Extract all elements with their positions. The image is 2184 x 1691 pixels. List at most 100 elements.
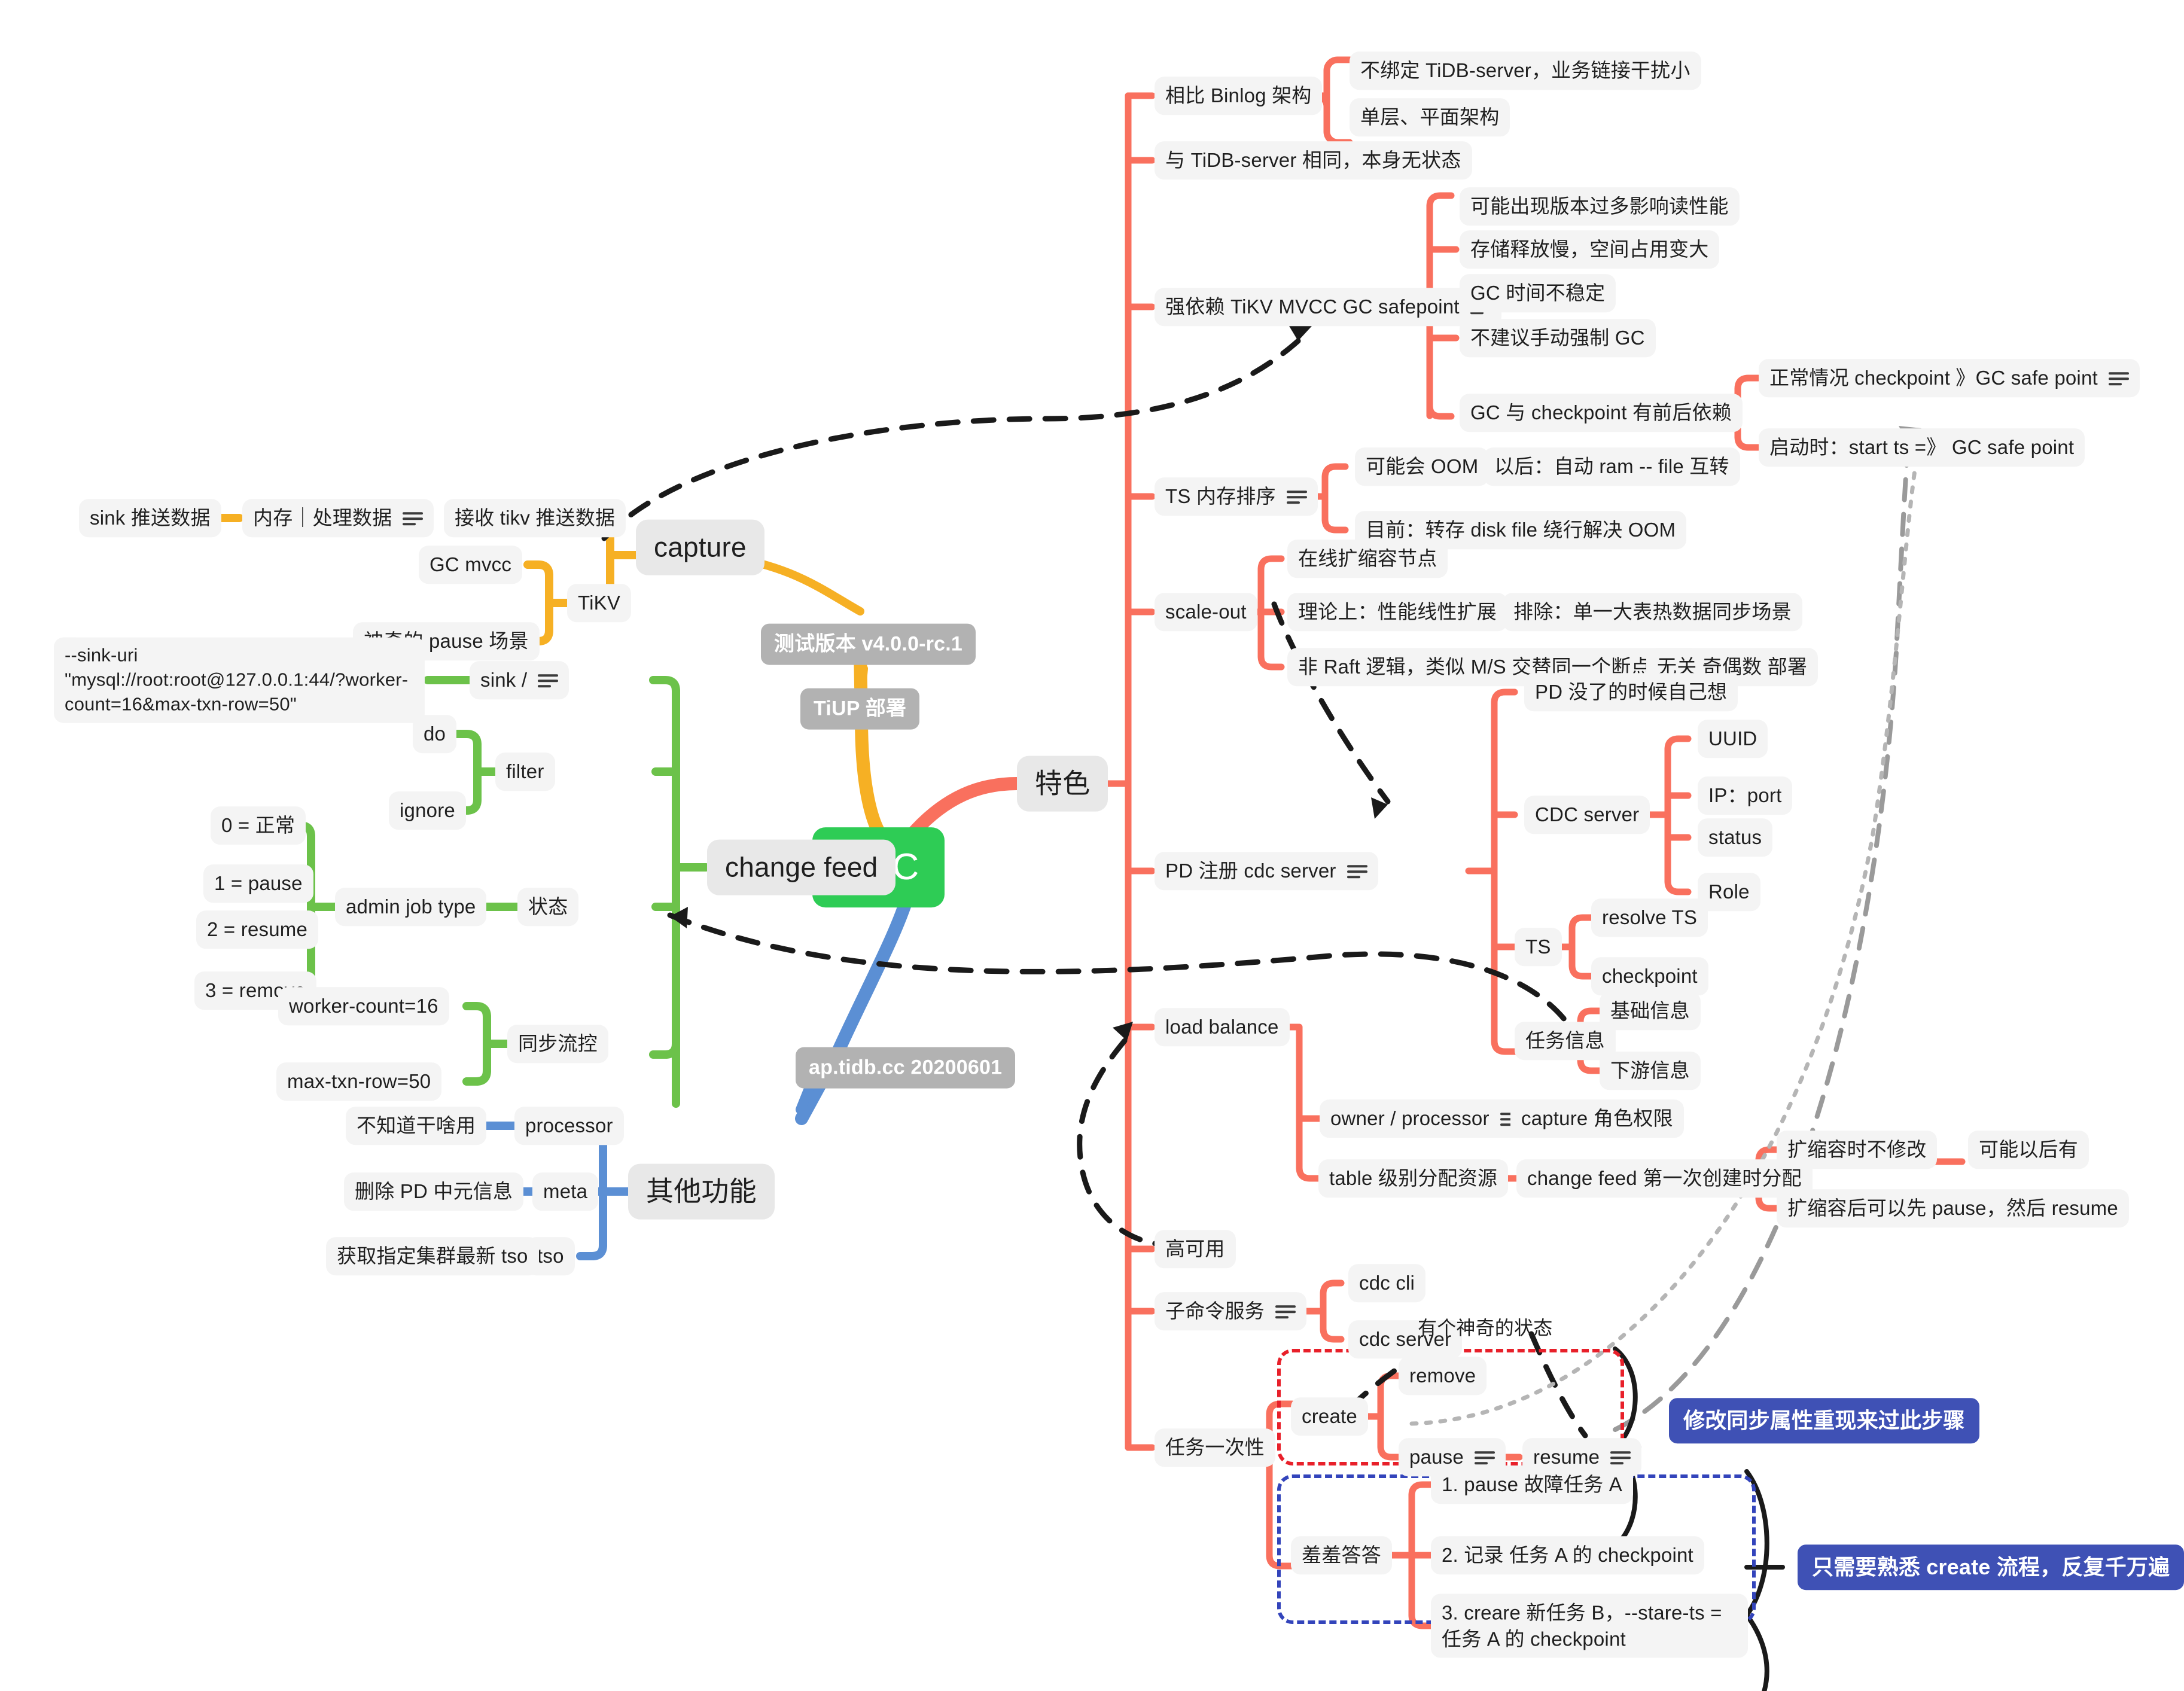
annotation-magic-state: 有个神奇的状态 [1418,1313,1552,1343]
node-ts-checkpoint-label: checkpoint [1602,965,1698,988]
node-gc-child-3[interactable]: 不建议手动强制 GC [1460,319,1656,357]
node-sub-command[interactable]: 子命令服务 [1155,1292,1306,1330]
cta-learn-create-flow[interactable]: 只需要熟悉 create 流程，反复千万遍 [1798,1544,2184,1590]
node-processor-detail[interactable]: 不知道干啥用 [346,1107,487,1145]
node-scale-out-child-1-detail[interactable]: 排除：单一大表热数据同步场景 [1503,593,1802,631]
branch-change-feed[interactable]: change feed [707,839,896,895]
node-task-info-basic[interactable]: 基础信息 [1600,992,1701,1030]
node-checkpoint-normal[interactable]: 正常情况 checkpoint 》GC safe point [1759,359,2140,397]
note-icon [2108,370,2129,386]
node-meta-detail[interactable]: 删除 PD 中元信息 [344,1172,524,1211]
node-qa-step-3-label: 3. creare 新任务 B，--stare-ts = 任务 A 的 chec… [1442,1601,1722,1650]
node-one-shot-task[interactable]: 任务一次性 [1155,1428,1275,1467]
cta-modify-sync-attrs[interactable]: 修改同步属性重现来过此步骤 [1669,1398,1979,1443]
branch-other[interactable]: 其他功能 [628,1163,775,1220]
node-gc-child-1[interactable]: 存储释放慢，空间占用变大 [1460,230,1720,269]
node-qa-step-1[interactable]: 1. pause 故障任务 A [1431,1465,1633,1504]
node-status[interactable]: 状态 [517,888,579,926]
node-scale-out-child-0[interactable]: 在线扩缩容节点 [1287,540,1448,578]
node-scale-out-child-1-label: 理论上：性能线性扩展 [1298,601,1497,623]
node-cdc-server-uuid[interactable]: UUID [1698,720,1768,758]
node-pd-register[interactable]: PD 注册 cdc server [1155,852,1378,890]
node-pd-gone-label: PD 没了的时候自己想 [1535,681,1728,703]
node-qa-step-2[interactable]: 2. 记录 任务 A 的 checkpoint [1431,1536,1704,1574]
node-scale-out-child-1[interactable]: 理论上：性能线性扩展 [1287,593,1507,631]
node-gc-child-0[interactable]: 可能出现版本过多影响读性能 [1460,187,1740,226]
node-capture-role-perm[interactable]: capture 角色权限 [1510,1099,1684,1138]
node-cdc-cli[interactable]: cdc cli [1348,1264,1426,1302]
node-memory-process-data[interactable]: 内存｜处理数据 [242,499,434,537]
node-ts-checkpoint[interactable]: checkpoint [1591,957,1708,995]
node-sink-uri[interactable]: --sink-uri "mysql://root:root@127.0.0.1:… [54,637,425,723]
node-receive-tikv-data-label: 接收 tikv 推送数据 [455,507,616,529]
branch-change-feed-label: change feed [725,851,878,883]
node-scale-maybe-later[interactable]: 可能以后有 [1968,1131,2089,1169]
node-admin-job-type[interactable]: admin job type [335,888,487,926]
node-qa-label: 羞羞答答 [1302,1544,1381,1567]
branch-capture[interactable]: capture [636,519,764,575]
node-cdc-server[interactable]: CDC server [1524,796,1650,834]
node-vs-binlog[interactable]: 相比 Binlog 架构 [1155,77,1323,115]
node-vs-binlog-child-1[interactable]: 单层、平面架构 [1350,98,1510,136]
node-ts-memory-sort[interactable]: TS 内存排序 [1155,477,1318,516]
node-scale-no-modify[interactable]: 扩缩容时不修改 [1777,1131,1938,1169]
node-filter[interactable]: filter [495,752,555,791]
node-vs-binlog-child-0[interactable]: 不绑定 TiDB-server，业务链接干扰小 [1350,51,1701,90]
node-admin-job-2-label: 2 = resume [207,918,307,941]
node-changefeed-first-alloc[interactable]: change feed 第一次创建时分配 [1516,1159,1813,1198]
node-scale-out[interactable]: scale-out [1155,593,1257,631]
node-admin-job-1[interactable]: 1 = pause [203,864,313,903]
node-cdc-server-ipport[interactable]: IP：port [1698,776,1793,815]
node-cdc-server-status-label: status [1708,826,1762,849]
node-scale-out-child-1-detail-label: 排除：单一大表热数据同步场景 [1513,601,1792,623]
node-task-info[interactable]: 任务信息 [1515,1022,1616,1060]
node-stateless[interactable]: 与 TiDB-server 相同，本身无状态 [1155,141,1472,179]
node-ts-resolve[interactable]: resolve TS [1591,898,1708,937]
node-tso-detail[interactable]: 获取指定集群最新 tso [326,1237,539,1275]
node-checkpoint-startup[interactable]: 启动时：start ts =》 GC safe point [1759,428,2085,467]
node-gc-safepoint[interactable]: 强依赖 TiKV MVCC GC safepoint [1155,288,1501,326]
node-table-level-alloc[interactable]: table 级别分配资源 [1318,1159,1509,1198]
node-scale-pause-resume[interactable]: 扩缩容后可以先 pause，然后 resume [1777,1189,2129,1227]
node-filter-ignore[interactable]: ignore [389,791,466,830]
node-gc-child-2[interactable]: GC 时间不稳定 [1460,274,1616,312]
node-sink-slash[interactable]: sink / [470,661,569,699]
node-remove[interactable]: remove [1399,1357,1487,1395]
note-icon [538,672,559,688]
node-processor[interactable]: processor [514,1107,624,1145]
source-label: ap.tidb.cc 20200601 [809,1056,1003,1079]
node-admin-job-2[interactable]: 2 = resume [196,910,318,949]
node-qa-step-3[interactable]: 3. creare 新任务 B，--stare-ts = 任务 A 的 chec… [1431,1593,1748,1658]
node-processor-detail-label: 不知道干啥用 [357,1114,476,1137]
node-max-txn-row[interactable]: max-txn-row=50 [276,1062,442,1101]
node-worker-count[interactable]: worker-count=16 [278,987,449,1025]
node-owner-processor[interactable]: owner / processor [1320,1099,1531,1138]
node-sink-uri-label: --sink-uri "mysql://root:root@127.0.0.1:… [65,644,409,715]
node-gc-checkpoint-dep[interactable]: GC 与 checkpoint 有前后依赖 [1460,394,1743,432]
node-admin-job-0[interactable]: 0 = 正常 [211,806,306,845]
node-high-availability[interactable]: 高可用 [1155,1230,1236,1268]
node-ts-oom[interactable]: 可能会 OOM [1355,447,1489,486]
node-filter-ignore-label: ignore [400,799,455,822]
node-flow-control[interactable]: 同步流控 [507,1025,608,1063]
node-receive-tikv-data[interactable]: 接收 tikv 推送数据 [444,499,626,537]
node-gc-mvcc[interactable]: GC mvcc [419,546,523,584]
node-pd-gone[interactable]: PD 没了的时候自己想 [1524,673,1738,711]
node-meta[interactable]: meta [532,1172,599,1211]
branch-tese[interactable]: 特色 [1017,755,1108,812]
node-sink-push-data[interactable]: sink 推送数据 [79,499,221,537]
node-create[interactable]: create [1291,1397,1368,1436]
annotation-magic-state-label: 有个神奇的状态 [1418,1317,1553,1339]
node-cdc-server-status[interactable]: status [1698,818,1773,857]
node-ts-oom-future[interactable]: 以后：自动 ram -- file 互转 [1484,447,1740,486]
node-load-balance[interactable]: load balance [1155,1008,1290,1046]
node-ts-memory-sort-label: TS 内存排序 [1165,485,1276,508]
node-tikv[interactable]: TiKV [567,584,632,622]
node-gc-child-3-label: 不建议手动强制 GC [1470,327,1645,349]
node-qa[interactable]: 羞羞答答 [1291,1536,1392,1574]
node-sub-command-label: 子命令服务 [1165,1300,1265,1323]
node-ts[interactable]: TS [1515,928,1562,966]
node-table-level-alloc-label: table 级别分配资源 [1329,1167,1498,1190]
node-task-info-downstream[interactable]: 下游信息 [1600,1052,1701,1090]
node-filter-do[interactable]: do [413,715,457,753]
